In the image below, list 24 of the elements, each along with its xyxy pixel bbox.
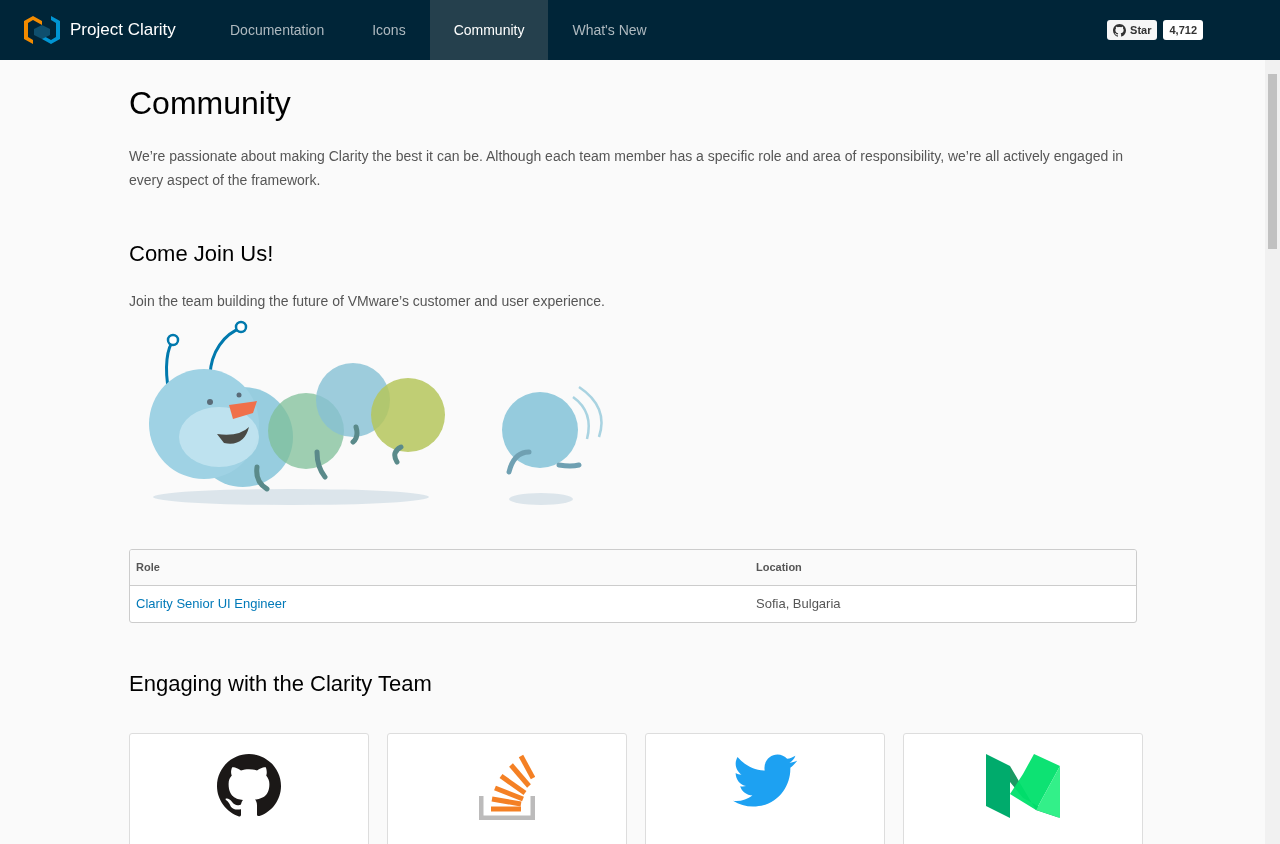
brand-name[interactable]: Project Clarity (70, 17, 176, 43)
scrollbar[interactable] (1265, 60, 1280, 844)
bird-icon (733, 754, 797, 808)
section-heading: Come Join Us! (129, 240, 275, 268)
section-heading: Engaging with the Clarity Team (129, 670, 433, 698)
nav-tab[interactable]: Community (429, 0, 549, 60)
nav-tab[interactable]: What's New (548, 0, 671, 60)
github-icon (1113, 23, 1127, 37)
logo-icon[interactable] (24, 16, 60, 44)
nav-tab[interactable]: Icons (348, 0, 430, 60)
table-cell: Sofia, Bulgaria (756, 596, 841, 612)
column-header: Location (756, 561, 802, 574)
star-button[interactable]: Star (1107, 20, 1158, 40)
intro-paragraph: We’re passionate about making Clarity the best it can be. Although each team member has a specific role and area of responsibility, we’re all actively engaged in every aspect of the framework. (129, 147, 1125, 190)
github-icon (217, 754, 281, 818)
page-title: Community (129, 84, 292, 123)
m-letter-icon (986, 754, 1060, 818)
join-text: Join the team building the future of VMware’s customer and user experience. (129, 292, 606, 311)
star-count: 4,712 (1163, 20, 1203, 40)
link-card[interactable] (129, 733, 369, 844)
nav-tab[interactable]: Documentation (206, 0, 349, 60)
column-header: Role (136, 561, 160, 574)
role-link[interactable]: Clarity Senior UI Engineer (136, 596, 287, 612)
stack-icon (479, 754, 535, 820)
